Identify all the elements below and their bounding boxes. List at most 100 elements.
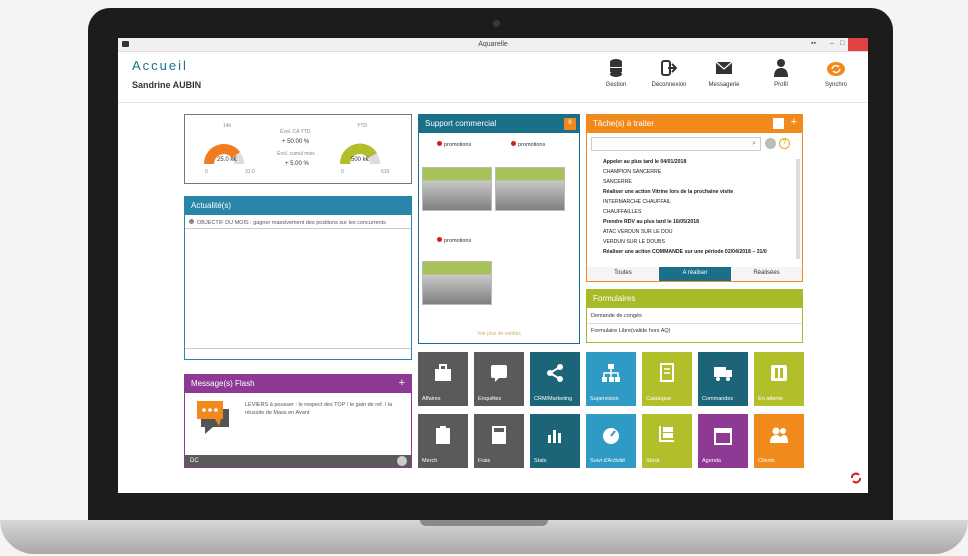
task-line[interactable]: Réaliser une action COMMANDE sur une pér… xyxy=(603,249,793,255)
bar-chart-icon xyxy=(548,430,561,443)
toolbar-sync-button[interactable]: Synchro xyxy=(808,58,864,88)
news-title: Actualité(s) xyxy=(185,197,411,215)
cumul-evolution-value: + 5.00 % xyxy=(285,161,309,167)
tile-label: Stats xyxy=(534,458,547,464)
kpi-gauges-panel: 14k 25.0 k€ 0 31.0 Évol. CA YTD + 50.00 … xyxy=(184,114,412,184)
task-line[interactable]: CHAMPION SANCERRE xyxy=(603,169,793,175)
promo-item[interactable]: promotions xyxy=(511,141,545,148)
toolbar-mail-button[interactable]: Messagerie xyxy=(696,58,752,88)
news-item[interactable]: OBJECTIF DU MOIS : gagner massivement de… xyxy=(189,219,407,226)
tile-stats[interactable]: Stats xyxy=(530,414,580,468)
form-item[interactable]: Demande de congés xyxy=(591,313,642,319)
task-line[interactable]: Réaliser une action Vitrine lors de la p… xyxy=(603,189,793,195)
tile-label: Catalogue xyxy=(646,396,672,402)
flash-footer-text: DC xyxy=(190,458,199,464)
tile-label: Suivi d'Activité xyxy=(590,458,626,464)
tasks-add-button[interactable]: + xyxy=(791,116,797,128)
task-scrollbar[interactable] xyxy=(796,159,800,259)
gauge-right-max: 610 xyxy=(381,169,390,175)
page-title: Accueil xyxy=(132,58,188,73)
refresh-icon[interactable] xyxy=(850,472,862,484)
forms-title: Formulaires xyxy=(587,290,802,308)
play-icon[interactable] xyxy=(397,456,407,466)
minimize-icon[interactable]: – xyxy=(830,40,834,47)
task-line[interactable]: INTERMARCHE CHAUFFAIL xyxy=(603,199,793,205)
tasks-panel: Tâche(s) à traiter + ⌕ ? Appeler au plus… xyxy=(586,114,803,282)
task-line[interactable]: SANCERRE xyxy=(603,179,793,185)
tile-frais[interactable]: Frais xyxy=(474,414,524,468)
calendar-icon xyxy=(714,428,732,445)
close-button[interactable] xyxy=(848,38,868,51)
tile-label: CRM/Marketing xyxy=(534,396,573,402)
tile-en-attente[interactable]: En attente xyxy=(754,352,804,406)
task-line[interactable]: VERDUN SUR LE DOUBS xyxy=(603,239,793,245)
tab-toutes[interactable]: Toutes xyxy=(587,267,659,281)
red-dot-icon xyxy=(437,237,442,242)
tile-enqu-tes[interactable]: Enquêtes xyxy=(474,352,524,406)
tile-commandes[interactable]: Commandes xyxy=(698,352,748,406)
database-icon xyxy=(610,59,622,77)
task-line[interactable]: Appeler au plus tard le 04/01/2018 xyxy=(603,159,793,165)
news-item-text: OBJECTIF DU MOIS : gagner massivement de… xyxy=(197,220,386,226)
tile-suivi-d-activit-[interactable]: Suivi d'Activité xyxy=(586,414,636,468)
toolbar-profile-button[interactable]: Profil xyxy=(753,58,809,88)
promo-label: promotions xyxy=(444,142,472,148)
form-item[interactable]: Formulaire Libre(valide hors AQ) xyxy=(591,328,670,334)
help-icon[interactable]: ? xyxy=(779,138,790,149)
toolbar-logout-button[interactable]: Déconnexion xyxy=(641,58,697,88)
tile-label: Merch xyxy=(422,458,438,464)
tasks-search-input[interactable]: ⌕ xyxy=(591,137,761,151)
pause-icon[interactable] xyxy=(773,118,784,129)
users-icon xyxy=(770,427,788,443)
flash-title: Message(s) Flash xyxy=(191,379,255,388)
promo-image[interactable] xyxy=(422,167,492,211)
tile-label: Clients xyxy=(758,458,775,464)
maximize-icon[interactable]: □ xyxy=(840,40,844,47)
restore-icon[interactable]: ▪▪ xyxy=(811,40,816,47)
tile-label: Agenda xyxy=(702,458,721,464)
support-title: Support commercial xyxy=(425,119,497,128)
hand-truck-icon xyxy=(659,426,674,442)
tile-crm-marketing[interactable]: CRM/Marketing xyxy=(530,352,580,406)
toolbar-gestion-button[interactable]: Gestion xyxy=(588,58,644,88)
tile-catalogue[interactable]: Catalogue xyxy=(642,352,692,406)
task-line[interactable]: CHAUFFAILLES xyxy=(603,209,793,215)
tile-label: Enquêtes xyxy=(478,396,502,402)
clipboard-icon xyxy=(436,426,450,444)
tile-clients[interactable]: Clients xyxy=(754,414,804,468)
toolbar-label: Déconnexion xyxy=(651,82,687,88)
task-line[interactable]: Prendre RDV au plus tard le 16/05/2018 xyxy=(603,219,793,225)
cumul-evolution-label: Évol. cumul mois xyxy=(277,151,315,157)
briefcase-icon xyxy=(435,364,451,381)
flash-message-text: LEVIERS à pousser : le respect des TOP /… xyxy=(245,402,393,416)
app-screen: Aquarelle ▪▪ – □ Accueil Sandrine AUBIN … xyxy=(118,38,868,493)
tile-label: En attente xyxy=(758,396,784,402)
ca-evolution-label: Évol. CA YTD xyxy=(280,129,311,135)
gauge-right-value: 500 k€ xyxy=(351,157,370,163)
promo-item[interactable]: promotions xyxy=(437,141,471,148)
gear-icon[interactable] xyxy=(765,138,776,149)
truck-icon xyxy=(714,367,732,381)
promo-image[interactable] xyxy=(495,167,565,211)
sync-icon xyxy=(827,62,845,76)
org-chart-icon xyxy=(602,364,620,382)
news-footer-divider xyxy=(185,348,411,349)
flash-add-button[interactable]: + xyxy=(399,377,405,389)
tile-merch[interactable]: Merch xyxy=(418,414,468,468)
tab-a-realiser[interactable]: A réaliser xyxy=(659,267,731,281)
tile-stock[interactable]: Stock xyxy=(642,414,692,468)
tile-supervision[interactable]: Supervision xyxy=(586,352,636,406)
tile-affaires[interactable]: Affaires xyxy=(418,352,468,406)
search-icon[interactable]: ⌕ xyxy=(752,140,756,148)
forms-divider xyxy=(587,323,802,324)
task-line[interactable]: ATAC VERDUN SUR LE DOU xyxy=(603,229,793,235)
more-media-link[interactable]: Voir plus de médias xyxy=(419,331,579,337)
window-titlebar: Aquarelle ▪▪ – □ xyxy=(118,38,868,52)
promo-image[interactable] xyxy=(422,261,492,305)
gauge-left-top-label: 14k xyxy=(223,123,232,129)
tab-realisees[interactable]: Réalisées xyxy=(731,267,802,281)
tasks-header: Tâche(s) à traiter + xyxy=(587,115,802,133)
promo-item[interactable]: promotions xyxy=(437,237,471,244)
tile-agenda[interactable]: Agenda xyxy=(698,414,748,468)
support-commercial-panel: Support commercial 6 promotions promotio… xyxy=(418,114,580,344)
